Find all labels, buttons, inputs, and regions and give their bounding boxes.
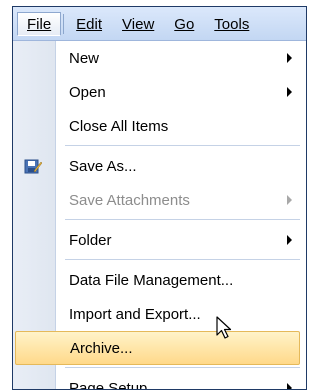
- menu-separator: [65, 259, 300, 260]
- menu-item-new[interactable]: New: [13, 41, 306, 75]
- menu-view[interactable]: View: [112, 12, 164, 36]
- menu-item-import-export-label: Import and Export...: [69, 305, 201, 323]
- submenu-arrow-icon: [287, 235, 292, 245]
- menu-item-save-attachments: Save Attachments: [13, 183, 306, 217]
- menu-item-save-as-label: Save As...: [69, 157, 137, 175]
- menu-item-save-attachments-label: Save Attachments: [69, 191, 190, 209]
- submenu-arrow-icon: [287, 383, 292, 389]
- menu-item-page-setup-label: Page Setup: [69, 379, 148, 390]
- menu-item-open-label: Open: [69, 83, 106, 101]
- mouse-pointer-icon: [216, 316, 232, 339]
- menu-separator: [65, 219, 300, 220]
- menu-item-folder-label: Folder: [69, 231, 112, 249]
- submenu-arrow-icon: [287, 53, 292, 63]
- menu-item-close-all-items[interactable]: Close All Items: [13, 109, 306, 143]
- menu-item-open[interactable]: Open: [13, 75, 306, 109]
- menu-separator: [65, 367, 300, 368]
- menu-item-import-export[interactable]: Import and Export...: [13, 297, 306, 331]
- menu-tools-label: Tools: [214, 15, 250, 33]
- menu-edit[interactable]: Edit: [66, 12, 112, 36]
- menu-go-label: Go: [174, 15, 195, 33]
- menu-item-new-label: New: [69, 49, 100, 67]
- menu-file[interactable]: File: [17, 11, 62, 36]
- outlook-window: File Edit View Go Tools New Open Close A…: [12, 6, 307, 390]
- menu-edit-label: Edit: [76, 15, 103, 33]
- menu-item-folder[interactable]: Folder: [13, 223, 306, 257]
- menu-tools[interactable]: Tools: [204, 12, 259, 36]
- menu-item-data-file-management[interactable]: Data File Management...: [13, 263, 306, 297]
- menu-item-archive[interactable]: Archive...: [15, 331, 300, 365]
- save-as-icon: [24, 159, 42, 174]
- menu-item-save-as[interactable]: Save As...: [13, 149, 306, 183]
- file-menu-dropdown: New Open Close All Items Save As... Save…: [13, 41, 306, 389]
- menubar-separator: [63, 13, 65, 34]
- menu-go[interactable]: Go: [164, 12, 204, 36]
- submenu-arrow-icon: [287, 195, 292, 205]
- menu-bar: File Edit View Go Tools: [13, 7, 306, 41]
- menu-separator: [65, 145, 300, 146]
- menu-view-label: View: [122, 15, 155, 33]
- menu-item-close-all-items-label: Close All Items: [69, 117, 169, 135]
- menu-item-data-file-management-label: Data File Management...: [69, 271, 234, 289]
- submenu-arrow-icon: [287, 87, 292, 97]
- menu-file-label: File: [27, 15, 52, 33]
- menu-item-archive-label: Archive...: [70, 339, 133, 357]
- menu-item-page-setup[interactable]: Page Setup: [13, 371, 306, 390]
